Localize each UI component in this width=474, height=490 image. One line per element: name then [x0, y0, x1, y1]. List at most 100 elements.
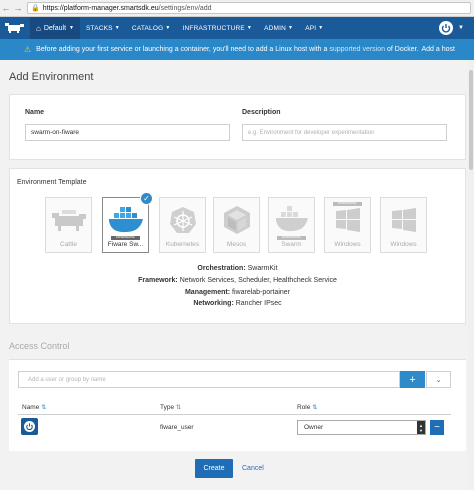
template-name: Windows — [390, 241, 417, 248]
lock-icon: 🔒 — [31, 5, 40, 12]
chevron-down-icon: ▼ — [246, 25, 253, 31]
url-host: https://platform-manager.smartsdk.eu — [42, 4, 159, 12]
minus-icon: − — [434, 422, 440, 433]
windows-icon — [381, 204, 426, 236]
template-name: Cattle — [60, 241, 77, 248]
mesos-icon — [214, 204, 259, 236]
template-cattle[interactable]: Cattle — [45, 197, 92, 253]
template-name: Fiware Sw... — [107, 241, 144, 248]
kubernetes-icon — [160, 204, 205, 236]
environment-switcher[interactable]: ⌂ Default ▼ — [30, 17, 80, 39]
management-label: Management: — [184, 289, 231, 296]
networking-label: Networking: — [193, 300, 234, 307]
chevron-down-icon: ▼ — [165, 25, 171, 31]
nav-stacks-label: STACKS — [85, 24, 113, 32]
page-scrollbar[interactable] — [468, 60, 474, 490]
scrollbar-thumb[interactable] — [469, 70, 473, 170]
networking-line: Networking: Rancher IPsec — [9, 300, 466, 307]
chevron-down-icon: ▲ ▼ — [417, 421, 425, 434]
cattle-icon — [46, 204, 91, 236]
management-line: Management: fiwarelab-portainer — [9, 289, 466, 296]
user-avatar-icon — [21, 418, 38, 435]
add-host-banner: ⚠ Before adding your first service or la… — [0, 39, 474, 60]
orchestration-label: Orchestration: — [197, 265, 246, 272]
home-icon: ⌂ — [36, 23, 41, 33]
warning-icon: ⚠ — [24, 45, 32, 54]
experimental-badge: EXPERIMENTAL — [277, 236, 306, 240]
nav-catalog-label: CATALOG — [131, 24, 164, 32]
windows-icon — [325, 204, 370, 236]
address-field[interactable]: 🔒 https://platform-manager.smartsdk.eu/s… — [27, 2, 471, 14]
back-icon[interactable]: ← — [0, 2, 12, 14]
chevron-down-icon: ▼ — [69, 25, 74, 31]
experimental-badge: EXPERIMENTAL — [111, 236, 140, 240]
top-navigation: ⌂ Default ▼ STACKS ▼ CATALOG ▼ INFRASTRUCT… — [0, 17, 474, 39]
column-header-label: Name — [22, 404, 40, 411]
access-control-title: Access Control — [9, 341, 70, 351]
role-select[interactable]: Owner ▲ ▼ — [297, 420, 426, 435]
supported-version-link[interactable]: supported version — [329, 46, 385, 53]
template-name: Kubernetes — [165, 241, 200, 248]
role-value: Owner — [304, 424, 324, 431]
column-header-label: Role — [297, 404, 311, 411]
table-header-divider — [18, 414, 451, 415]
column-header-role[interactable]: Role ⇅ — [297, 404, 317, 411]
add-member-button[interactable]: + — [400, 371, 425, 388]
template-kubernetes[interactable]: Kubernetes — [159, 197, 206, 253]
nav-stacks[interactable]: STACKS ▼ — [80, 17, 126, 39]
experimental-badge: EXPERIMENTAL — [333, 202, 362, 206]
template-windows[interactable]: Windows — [380, 197, 427, 253]
forward-icon[interactable]: → — [12, 2, 24, 14]
remove-member-button[interactable]: − — [430, 420, 444, 435]
plus-icon: + — [409, 373, 416, 386]
template-name: Mesos — [226, 241, 247, 248]
column-header-type[interactable]: Type ⇅ — [160, 404, 181, 411]
user-avatar-icon[interactable] — [438, 20, 454, 36]
framework-value: Network Services, Scheduler, Healthcheck… — [179, 277, 337, 284]
template-name: Windows — [334, 241, 361, 248]
orchestration-value: SwarmKit — [247, 265, 278, 272]
template-windows-experimental[interactable]: EXPERIMENTAL Windows — [324, 197, 371, 253]
banner-text: Before adding your first service or laun… — [36, 46, 328, 53]
nav-infrastructure-label: INFRASTRUCTURE — [182, 24, 245, 32]
nav-catalog[interactable]: CATALOG ▼ — [126, 17, 177, 39]
user-search-input[interactable]: Add a user or group by name — [18, 371, 400, 388]
chevron-down-icon: ▼ — [288, 25, 294, 31]
nav-infrastructure[interactable]: INFRASTRUCTURE ▼ — [177, 17, 259, 39]
management-value: fiwarelab-portainer — [232, 289, 291, 296]
nav-api-label: API — [305, 24, 317, 32]
create-button[interactable]: Create — [195, 459, 233, 478]
browser-url-bar: ← → 🔒 https://platform-manager.smartsdk.… — [0, 0, 474, 17]
nav-admin-label: ADMIN — [264, 24, 287, 32]
sort-icon: ⇅ — [176, 405, 182, 411]
rancher-logo-icon[interactable] — [0, 17, 30, 39]
template-name: Swarm — [281, 241, 302, 248]
url-path: /settings/env/add — [158, 4, 212, 12]
nav-admin[interactable]: ADMIN ▼ — [258, 17, 299, 39]
name-label: Name — [25, 109, 45, 116]
framework-label: Framework: — [138, 277, 178, 284]
template-swarm[interactable]: EXPERIMENTAL Swarm — [268, 197, 315, 253]
name-input[interactable]: swarm-on-fiware — [25, 124, 230, 141]
environment-template-label: Environment Template — [17, 179, 87, 186]
swarm-whale-icon — [103, 204, 148, 236]
chevron-down-icon: ▼ — [114, 25, 120, 31]
column-header-label: Type — [160, 404, 175, 411]
networking-value: Rancher IPsec — [235, 300, 282, 307]
framework-line: Framework: Network Services, Scheduler, … — [9, 277, 466, 284]
description-input[interactable]: e.g. Environment for developer experimen… — [242, 124, 447, 141]
add-host-link[interactable]: Add a host — [422, 46, 455, 53]
description-label: Description — [242, 109, 281, 116]
nav-api[interactable]: API ▼ — [299, 17, 329, 39]
sort-icon: ⇅ — [41, 405, 47, 411]
template-mesos[interactable]: Mesos — [213, 197, 260, 253]
member-type-dropdown[interactable]: ⌄ — [426, 371, 451, 388]
chevron-down-icon[interactable]: ▼ — [458, 25, 464, 31]
template-fiware-swarm[interactable]: EXPERIMENTAL Fiware Sw... — [102, 197, 149, 253]
chevron-down-icon: ▼ — [318, 25, 324, 31]
cancel-button[interactable]: Cancel — [242, 459, 264, 478]
banner-text-after: of Docker. — [386, 46, 419, 53]
swarm-icon — [269, 204, 314, 236]
column-header-name[interactable]: Name ⇅ — [22, 404, 46, 411]
sort-icon: ⇅ — [312, 405, 318, 411]
